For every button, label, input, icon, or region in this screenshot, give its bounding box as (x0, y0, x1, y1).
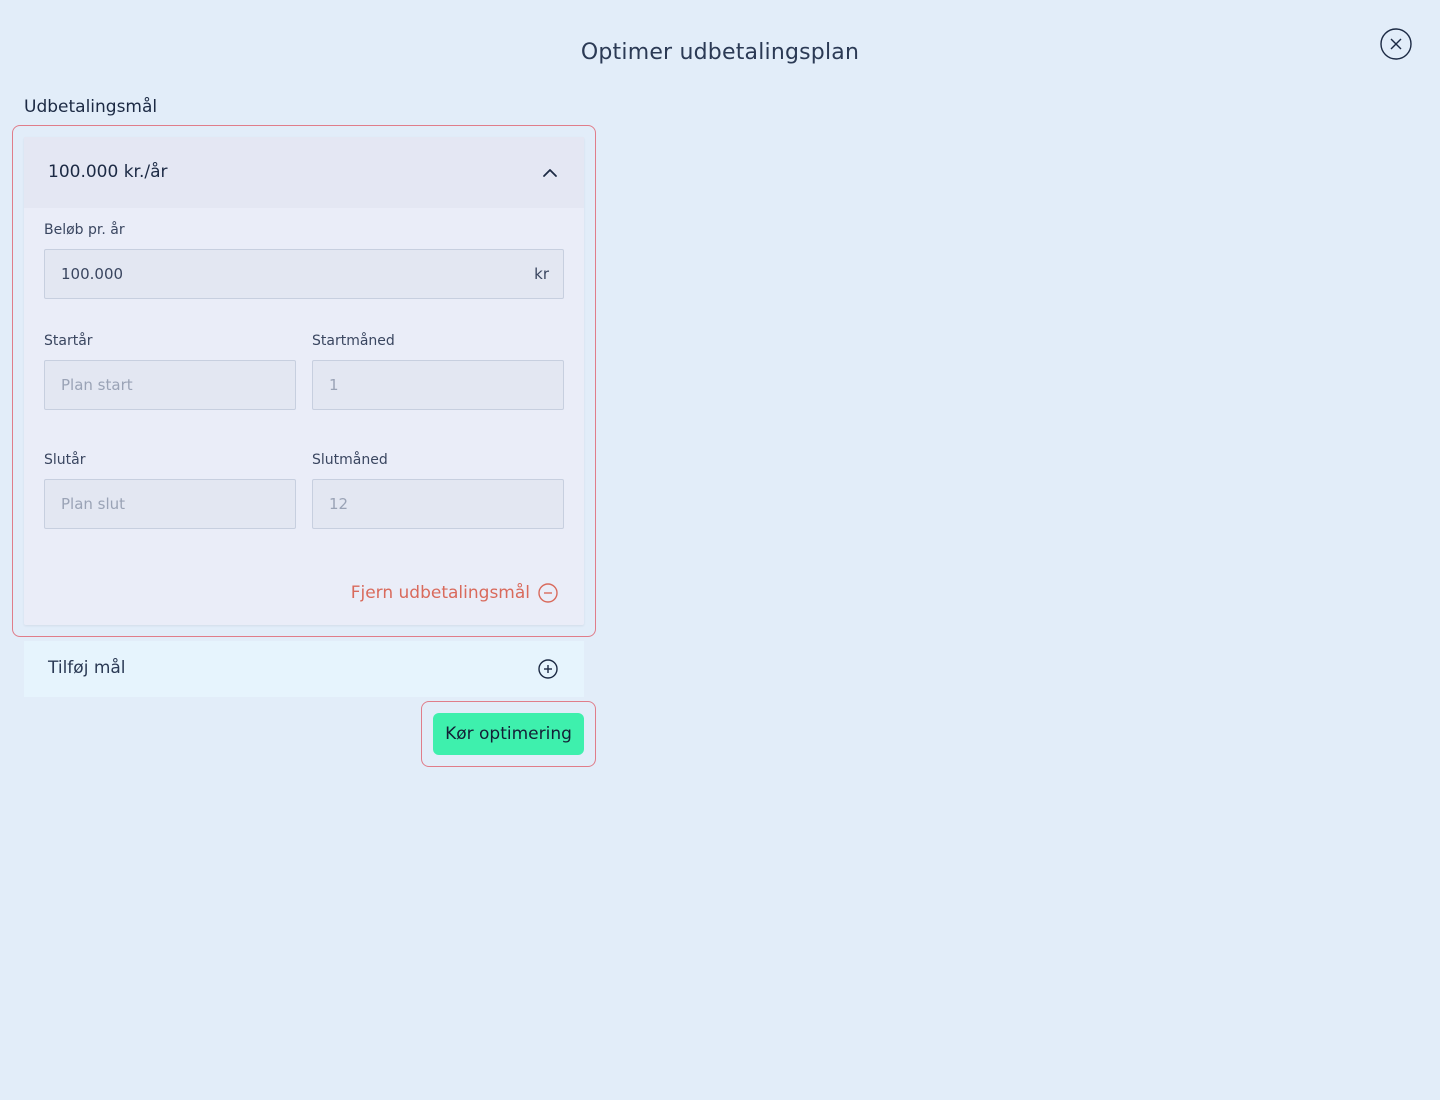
end-year-field[interactable] (44, 479, 296, 529)
remove-goal-button[interactable]: Fjern udbetalingsmål (351, 583, 558, 603)
amount-value: 100.000 (61, 265, 124, 283)
goal-header-toggle[interactable]: 100.000 kr./år (24, 137, 584, 208)
close-button[interactable] (1380, 28, 1412, 60)
end-month-label: Slutmåned (312, 452, 388, 468)
plus-circle-icon (538, 659, 558, 679)
amount-suffix: kr (534, 265, 549, 283)
end-month-value: 12 (329, 495, 349, 513)
minus-circle-icon (538, 583, 558, 603)
add-goal-label: Tilføj mål (48, 658, 126, 678)
add-goal-button[interactable]: Tilføj mål (24, 641, 584, 697)
start-month-field[interactable]: 1 (312, 360, 564, 410)
start-year-input[interactable] (61, 361, 279, 409)
chevron-up-icon (543, 169, 557, 177)
run-optimization-button[interactable]: Kør optimering (433, 713, 584, 755)
end-year-input[interactable] (61, 480, 279, 528)
payout-goal-card: 100.000 kr./år Beløb pr. år 100.000 kr S… (24, 137, 584, 625)
modal-title: Optimer udbetalingsplan (580, 40, 860, 65)
amount-field[interactable]: 100.000 kr (44, 249, 564, 299)
start-year-label: Startår (44, 333, 93, 349)
goal-header-title: 100.000 kr./år (48, 162, 168, 182)
goals-section-label: Udbetalingsmål (24, 97, 158, 117)
amount-label: Beløb pr. år (44, 222, 125, 238)
start-year-field[interactable] (44, 360, 296, 410)
close-circle-icon (1380, 28, 1412, 60)
end-year-label: Slutår (44, 452, 86, 468)
start-month-value: 1 (329, 376, 339, 394)
end-month-field[interactable]: 12 (312, 479, 564, 529)
remove-goal-label: Fjern udbetalingsmål (350, 583, 530, 603)
start-month-label: Startmåned (312, 333, 395, 349)
